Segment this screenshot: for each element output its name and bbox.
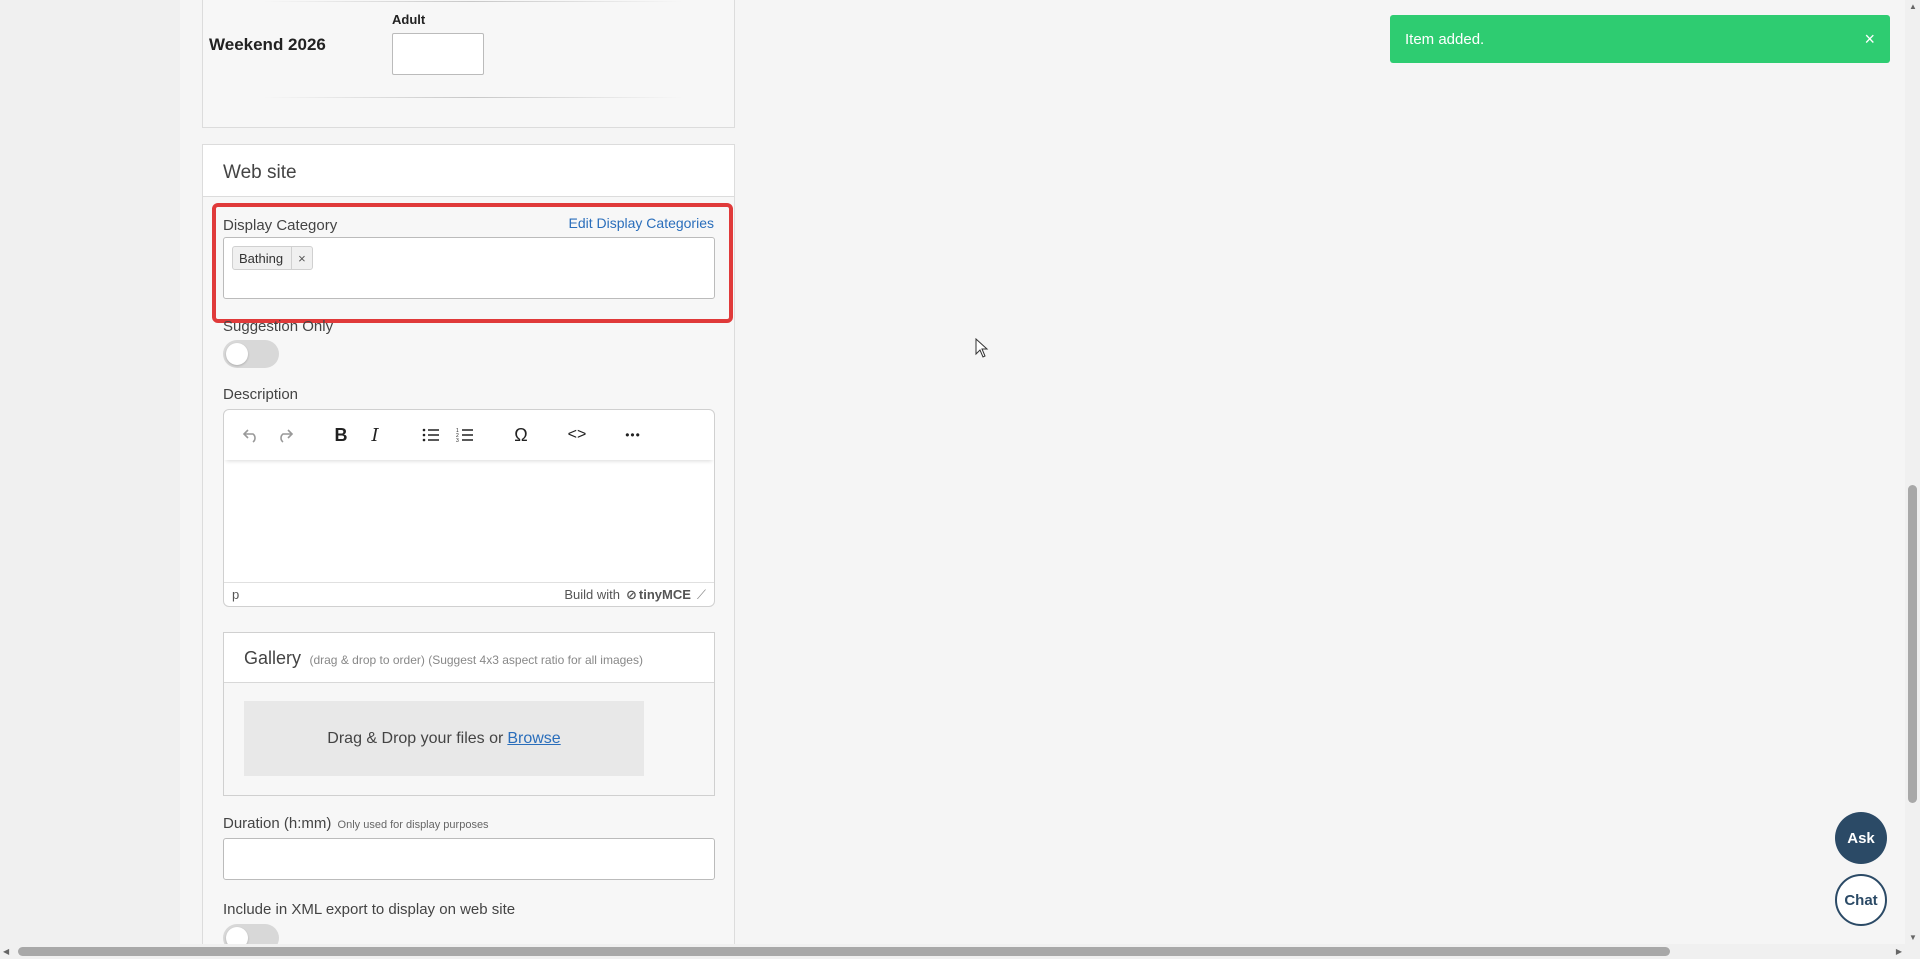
horizontal-scrollbar[interactable]: ◀ ▶ [0,944,1920,959]
description-editor: B I 123 Ω <> ••• p Build with ⊘ tinyMCE … [223,409,715,607]
duration-input[interactable] [223,838,715,880]
vertical-scrollbar[interactable]: ▲ ▼ [1905,0,1920,944]
resize-handle-icon[interactable]: ⟋ [697,587,706,603]
bullet-list-icon[interactable] [414,418,448,452]
website-panel: Web site Display Category Edit Display C… [202,144,735,959]
scroll-up-icon[interactable]: ▲ [1909,2,1917,11]
more-options-button[interactable]: ••• [616,418,650,452]
editor-branding: Build with ⊘ tinyMCE ⟋ [564,586,706,603]
suggestion-only-label: Suggestion Only [223,318,334,335]
editor-toolbar: B I 123 Ω <> ••• [224,410,714,460]
category-tag-label: Bathing [239,250,284,266]
editor-statusbar: p Build with ⊘ tinyMCE ⟋ [224,582,714,606]
category-tag: Bathing × [232,246,313,270]
website-panel-title: Web site [203,145,734,197]
italic-button[interactable]: I [358,418,392,452]
undo-icon[interactable] [234,418,268,452]
remove-tag-icon[interactable]: × [291,247,306,269]
pricing-panel: Weekend 2026 Adult [202,0,735,128]
scroll-down-icon[interactable]: ▼ [1909,933,1917,942]
mouse-cursor-icon [975,338,989,358]
display-category-select[interactable]: Bathing × [223,237,715,299]
display-category-label: Display Category [223,217,338,234]
scroll-right-icon[interactable]: ▶ [1896,947,1902,956]
svg-text:3: 3 [456,438,459,443]
scroll-left-icon[interactable]: ◀ [3,947,9,956]
tinymce-logo-icon: ⊘ [625,586,637,602]
close-icon[interactable]: × [1864,29,1875,50]
browse-link[interactable]: Browse [507,730,560,748]
duration-hint: Only used for display purposes [337,819,489,831]
duration-label: Duration (h:mm) [223,815,332,832]
numbered-list-icon[interactable]: 123 [448,418,482,452]
page-left-margin [0,0,180,959]
special-character-button[interactable]: Ω [504,418,538,452]
gallery-title: Gallery [244,648,302,668]
element-path[interactable]: p [232,587,239,602]
toast-message: Item added. [1405,30,1485,48]
file-dropzone[interactable]: Drag & Drop your files or Browse [244,701,644,776]
adult-label: Adult [392,12,426,27]
vertical-scroll-thumb[interactable] [1908,485,1917,803]
season-name: Weekend 2026 [209,35,326,54]
chat-button[interactable]: Chat [1835,874,1887,926]
suggestion-only-toggle[interactable] [223,340,279,368]
horizontal-scroll-thumb[interactable] [18,947,1670,956]
description-label: Description [223,386,299,403]
source-code-button[interactable]: <> [560,418,594,452]
duration-label-group: Duration (h:mm) Only used for display pu… [223,815,489,832]
success-toast: Item added. × [1390,15,1890,63]
editor-content-area[interactable] [224,460,714,582]
ask-button[interactable]: Ask [1835,812,1887,864]
gallery-header: Gallery (drag & drop to order) (Suggest … [224,633,714,683]
redo-icon[interactable] [268,418,302,452]
divider-top [263,1,683,2]
xml-export-label: Include in XML export to display on web … [223,901,516,918]
divider-bottom [263,97,683,98]
gallery-section: Gallery (drag & drop to order) (Suggest … [223,632,715,796]
tinymce-brand-name: tinyMCE [638,587,691,602]
adult-price-input[interactable] [392,33,484,75]
gallery-hint: (drag & drop to order) (Suggest 4x3 aspe… [309,653,643,667]
edit-display-categories-link[interactable]: Edit Display Categories [568,215,714,231]
dropzone-text: Drag & Drop your files or [327,729,504,747]
bold-button[interactable]: B [324,418,358,452]
